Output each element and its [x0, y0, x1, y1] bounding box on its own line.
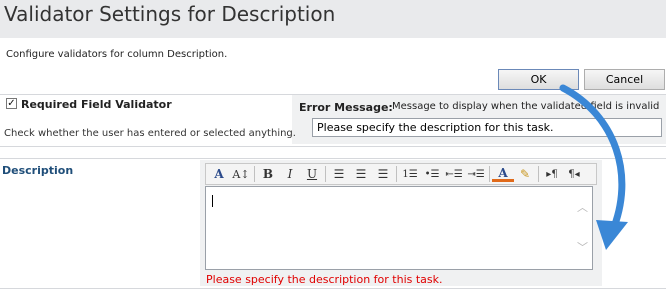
increase-indent-icon[interactable]: ⇥☰ — [465, 165, 487, 183]
required-field-description: Check whether the user has entered or se… — [4, 128, 296, 139]
toolbar-separator — [325, 166, 326, 182]
error-message-label: Error Message: — [299, 101, 393, 114]
scroll-down-icon[interactable]: ﹀ — [577, 239, 588, 255]
title-bar: Validator Settings for Description — [0, 0, 666, 38]
error-message-input[interactable] — [312, 118, 662, 137]
italic-icon[interactable]: I — [279, 165, 301, 183]
toolbar-separator — [254, 166, 255, 182]
decrease-indent-icon[interactable]: ⇤☰ — [443, 165, 465, 183]
toolbar-separator — [489, 166, 490, 182]
divider — [0, 288, 666, 289]
text-caret — [212, 195, 213, 207]
scroll-up-icon[interactable]: ︿ — [577, 199, 588, 215]
divider — [0, 146, 666, 147]
page-instructions: Configure validators for column Descript… — [6, 49, 228, 60]
bulleted-list-icon[interactable]: •☰ — [421, 165, 443, 183]
text-color-icon[interactable]: A — [492, 166, 514, 182]
ok-button[interactable]: OK — [498, 69, 579, 90]
divider — [0, 158, 666, 159]
background-color-icon[interactable]: ✎ — [514, 165, 536, 183]
page-title: Validator Settings for Description — [4, 2, 336, 26]
validation-error-message: Please specify the description for this … — [206, 273, 443, 286]
underline-icon[interactable]: U — [301, 165, 323, 183]
bold-icon[interactable]: B — [257, 165, 279, 183]
description-editor[interactable]: ︿ ﹀ — [205, 186, 593, 270]
cancel-button[interactable]: Cancel — [584, 69, 665, 90]
align-left-icon[interactable]: ☰ — [328, 165, 350, 183]
rich-text-toolbar: A A↕ B I U ☰ ☰ ☰ 1☰ •☰ ⇤☰ ⇥☰ A ✎ ▸¶ ¶◂ — [205, 163, 597, 185]
required-field-checkbox[interactable]: ✓ — [6, 98, 17, 109]
font-icon[interactable]: A — [208, 165, 230, 183]
error-message-hint: Message to display when the validated fi… — [392, 101, 660, 112]
toolbar-separator — [396, 166, 397, 182]
required-field-label: Required Field Validator — [21, 98, 172, 111]
rtl-icon[interactable]: ¶◂ — [563, 165, 585, 183]
font-size-icon[interactable]: A↕ — [230, 165, 252, 183]
align-right-icon[interactable]: ☰ — [372, 165, 394, 183]
ltr-icon[interactable]: ▸¶ — [541, 165, 563, 183]
align-center-icon[interactable]: ☰ — [350, 165, 372, 183]
toolbar-separator — [538, 166, 539, 182]
description-field-label: Description — [2, 164, 74, 177]
numbered-list-icon[interactable]: 1☰ — [399, 165, 421, 183]
